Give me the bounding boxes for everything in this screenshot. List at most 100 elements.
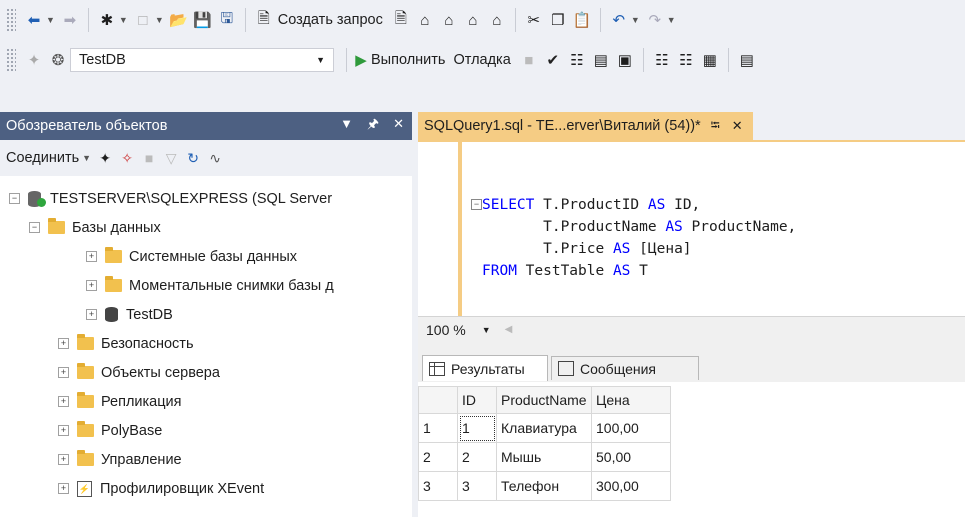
tree-node-polybase[interactable]: + PolyBase xyxy=(58,418,162,443)
tree-node-security[interactable]: + Безопасность xyxy=(58,331,194,356)
new-project-icon[interactable]: ✱ xyxy=(97,9,117,31)
redo-dropdown-icon[interactable]: ▼ xyxy=(667,15,676,25)
connect-button[interactable]: Соединить xyxy=(6,150,79,166)
estimated-plan-icon[interactable]: ☷ xyxy=(567,49,587,71)
expand-icon[interactable]: + xyxy=(58,425,69,436)
query-options-icon[interactable]: ▣ xyxy=(615,49,635,71)
connect-icon[interactable]: ✦ xyxy=(24,49,44,71)
expand-icon[interactable]: + xyxy=(58,367,69,378)
connect-dropdown-icon[interactable]: ▼ xyxy=(82,153,91,163)
column-header[interactable]: ID xyxy=(457,386,497,414)
client-stats-icon[interactable]: ▦ xyxy=(700,49,720,71)
expand-icon[interactable]: + xyxy=(58,483,69,494)
cut-icon[interactable]: ✂ xyxy=(524,9,544,31)
filter-icon[interactable]: ▽ xyxy=(162,147,180,169)
dmx-query-icon[interactable]: ⌂ xyxy=(439,9,459,31)
grid-cell[interactable]: Клавиатура xyxy=(496,413,592,443)
close-tab-icon[interactable]: ✕ xyxy=(732,118,743,134)
tree-node-management[interactable]: + Управление xyxy=(58,447,182,472)
stop-icon[interactable]: ■ xyxy=(519,49,539,71)
debug-button[interactable]: Отладка xyxy=(453,52,510,68)
toolbar-grip[interactable] xyxy=(6,48,16,72)
tab-messages[interactable]: Сообщения xyxy=(551,356,699,380)
tree-node-snapshots[interactable]: + Моментальные снимки базы д xyxy=(86,273,334,298)
back-dropdown-icon[interactable]: ▼ xyxy=(46,15,55,25)
pin-icon[interactable]: 🖈 xyxy=(367,116,379,131)
window-position-icon[interactable]: ▼ xyxy=(340,116,353,131)
query-icon[interactable]: 🗎 xyxy=(391,9,411,31)
collapse-icon[interactable]: − xyxy=(29,222,40,233)
database-select[interactable]: TestDB ▼ xyxy=(70,48,334,72)
expand-icon[interactable]: + xyxy=(86,280,97,291)
new-project-dropdown-icon[interactable]: ▼ xyxy=(119,15,128,25)
row-number[interactable]: 3 xyxy=(418,471,458,501)
intellisense-icon[interactable]: ☷ xyxy=(652,49,672,71)
execute-icon[interactable]: ▶ xyxy=(355,49,367,71)
tab-results[interactable]: Результаты xyxy=(422,355,548,381)
add-item-icon[interactable]: □ xyxy=(133,9,153,31)
save-icon[interactable]: 💾 xyxy=(193,9,213,31)
new-query-button[interactable]: Создать запрос xyxy=(278,12,383,28)
disconnect-icon[interactable]: ✧ xyxy=(118,147,136,169)
grid-cell[interactable]: 50,00 xyxy=(591,442,671,472)
tree-node-xevent-profiler[interactable]: + ⚡ Профилировщик XEvent xyxy=(58,476,264,501)
sql-editor[interactable]: − SELECT T.ProductID AS ID, T.ProductNam… xyxy=(418,140,965,318)
grid-cell[interactable]: 1 xyxy=(457,413,497,443)
grid-cell[interactable]: 300,00 xyxy=(591,471,671,501)
row-number-header[interactable] xyxy=(418,386,458,414)
scroll-left-icon[interactable]: ◀ xyxy=(505,324,513,335)
tree-node-system-databases[interactable]: + Системные базы данных xyxy=(86,244,297,269)
include-plan-icon[interactable]: ☷ xyxy=(676,49,696,71)
save-all-icon[interactable]: 🖫 xyxy=(217,9,237,31)
expand-icon[interactable]: + xyxy=(58,338,69,349)
new-query-icon[interactable]: 🗎 xyxy=(254,9,274,31)
pin-icon[interactable]: ⭾ xyxy=(711,116,720,137)
undo-icon[interactable]: ↶ xyxy=(609,9,629,31)
expand-icon[interactable]: + xyxy=(86,251,97,262)
parse-icon[interactable]: ✔ xyxy=(543,49,563,71)
collapse-icon[interactable]: − xyxy=(9,193,20,204)
tab-sqlquery1[interactable]: SQLQuery1.sql - TE...erver\Виталий (54))… xyxy=(418,112,753,140)
toolbar-grip[interactable] xyxy=(6,8,16,32)
grid-cell[interactable]: 2 xyxy=(457,442,497,472)
column-header[interactable]: Цена xyxy=(591,386,671,414)
forward-icon[interactable]: ➡ xyxy=(60,9,80,31)
connect-plug-icon[interactable]: ✦ xyxy=(96,147,114,169)
zoom-dropdown-icon[interactable]: ▼ xyxy=(482,325,491,335)
close-icon[interactable]: ✕ xyxy=(393,116,404,131)
query-designer-icon[interactable]: ▤ xyxy=(591,49,611,71)
dax-query-icon[interactable]: ⌂ xyxy=(487,9,507,31)
tree-node-replication[interactable]: + Репликация xyxy=(58,389,182,414)
sql-code[interactable]: SELECT T.ProductID AS ID, T.ProductName … xyxy=(468,194,796,282)
results-grid[interactable]: ID ProductName Цена 1 1 Клавиатура 100,0… xyxy=(418,386,671,501)
expand-icon[interactable]: + xyxy=(58,454,69,465)
tree-node-databases[interactable]: − Базы данных xyxy=(29,215,161,240)
redo-icon[interactable]: ↷ xyxy=(645,9,665,31)
add-item-dropdown-icon[interactable]: ▼ xyxy=(155,15,164,25)
grid-cell[interactable]: Мышь xyxy=(496,442,592,472)
paste-icon[interactable]: 📋 xyxy=(572,9,592,31)
open-file-icon[interactable]: 📂 xyxy=(169,9,189,31)
zoom-level[interactable]: 100 % xyxy=(426,322,466,338)
stop-icon[interactable]: ■ xyxy=(140,147,158,169)
mdx-query-icon[interactable]: ⌂ xyxy=(415,9,435,31)
results-to-text-icon[interactable]: ▤ xyxy=(737,49,757,71)
undo-dropdown-icon[interactable]: ▼ xyxy=(631,15,640,25)
copy-icon[interactable]: ❐ xyxy=(548,9,568,31)
grid-cell[interactable]: 100,00 xyxy=(591,413,671,443)
tree-node-testdb[interactable]: + TestDB xyxy=(86,302,173,327)
grid-cell[interactable]: 3 xyxy=(457,471,497,501)
expand-icon[interactable]: + xyxy=(58,396,69,407)
grid-cell[interactable]: Телефон xyxy=(496,471,592,501)
expand-icon[interactable]: + xyxy=(86,309,97,320)
execute-button[interactable]: Выполнить xyxy=(371,52,445,68)
row-number[interactable]: 1 xyxy=(418,413,458,443)
change-connection-icon[interactable]: ❂ xyxy=(48,49,68,71)
column-header[interactable]: ProductName xyxy=(496,386,592,414)
refresh-icon[interactable]: ↻ xyxy=(184,147,202,169)
tree-node-server-objects[interactable]: + Объекты сервера xyxy=(58,360,220,385)
xmla-query-icon[interactable]: ⌂ xyxy=(463,9,483,31)
back-icon[interactable]: ⬅ xyxy=(24,9,44,31)
tree-node-server[interactable]: − TESTSERVER\SQLEXPRESS (SQL Server xyxy=(9,186,332,211)
row-number[interactable]: 2 xyxy=(418,442,458,472)
